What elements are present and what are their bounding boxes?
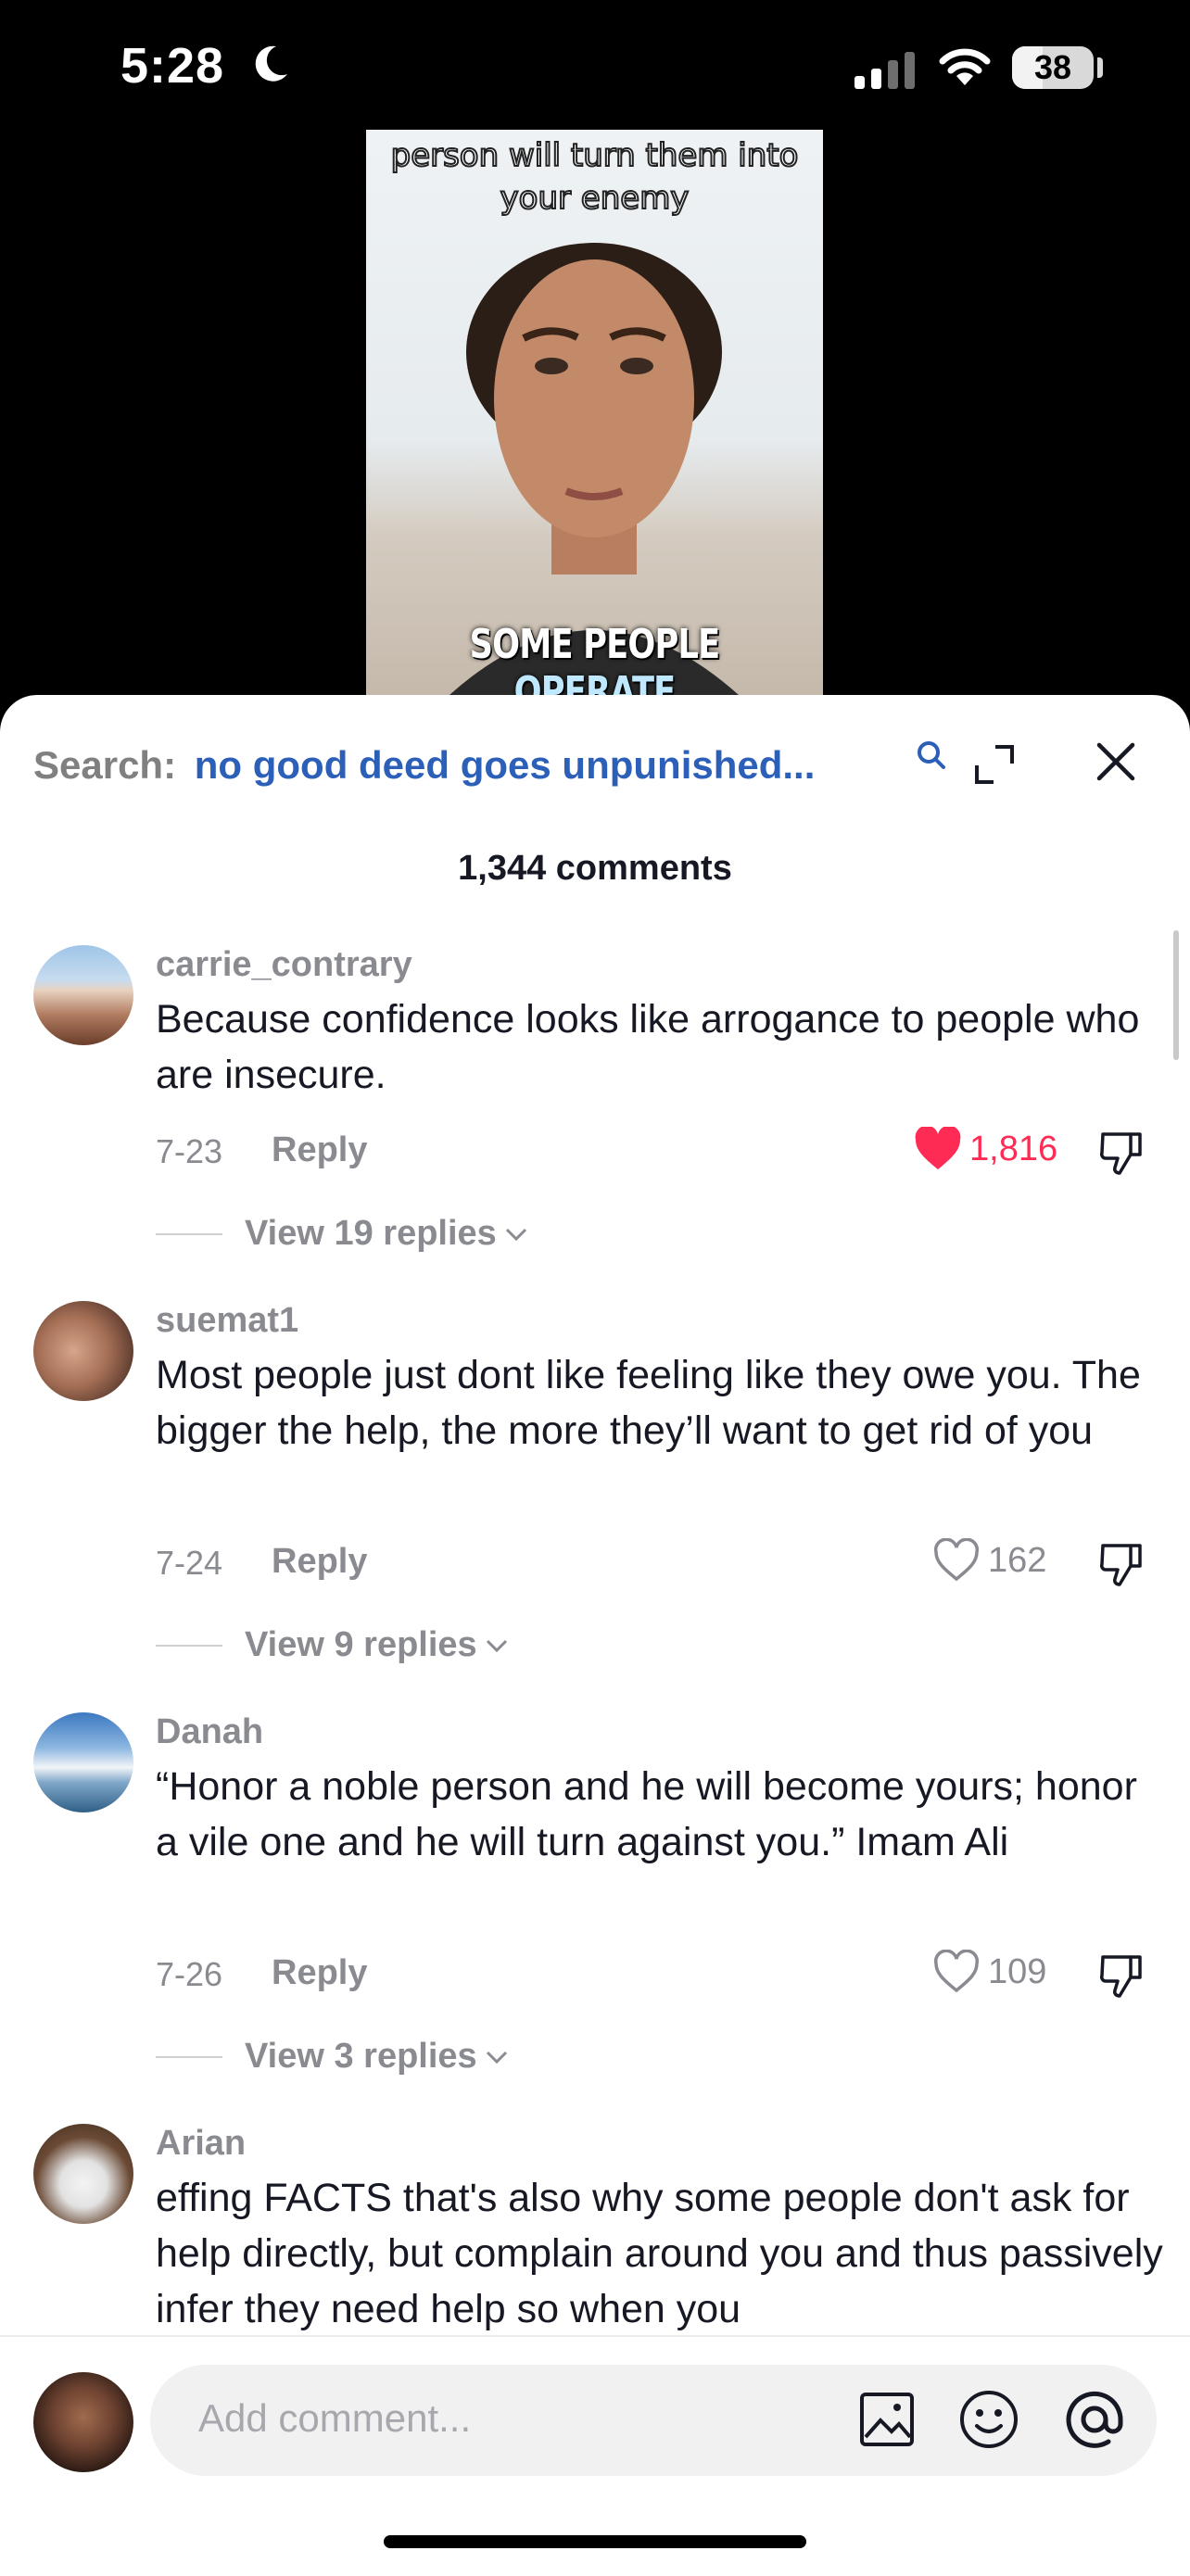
- scrollbar[interactable]: [1173, 930, 1179, 1060]
- video-caption-line: person will turn them into: [390, 136, 800, 175]
- chevron-down-icon: [505, 1228, 526, 1241]
- comment-date: 7-26: [156, 1955, 223, 1993]
- comment-text: Because confidence looks like arrogance …: [156, 997, 1140, 1097]
- like-button[interactable]: 1,816: [914, 1127, 1057, 1171]
- comment-username[interactable]: Arian: [156, 2124, 246, 2164]
- reply-button[interactable]: Reply: [272, 1542, 367, 1582]
- dislike-icon[interactable]: [1097, 1951, 1146, 2000]
- video-caption-bottom: SOME PEOPLE OPERATE: [411, 621, 777, 695]
- view-replies-button[interactable]: View 3 replies: [156, 2037, 509, 2077]
- like-count: 162: [988, 1540, 1047, 1580]
- comments-sheet: Search: no good deed goes unpunished... …: [0, 695, 1190, 2574]
- heart-icon: [915, 1127, 961, 1169]
- reply-button[interactable]: Reply: [272, 1953, 367, 1993]
- avatar[interactable]: [33, 1712, 133, 1812]
- signal-icon: [855, 52, 915, 89]
- like-count: 1,816: [969, 1129, 1058, 1168]
- dislike-icon[interactable]: [1097, 1540, 1146, 1588]
- divider-line: [156, 2055, 222, 2058]
- comment-text: effing FACTS that's also why some people…: [156, 2176, 1163, 2331]
- avatar[interactable]: [33, 2124, 133, 2224]
- video-caption-top: person will turn them into your enemy: [366, 134, 823, 220]
- avatar[interactable]: [33, 945, 133, 1045]
- comment-date: 7-24: [156, 1544, 223, 1582]
- status-time: 5:28: [120, 38, 225, 94]
- view-replies-label: View 3 replies: [245, 2037, 477, 2076]
- battery-tip: [1097, 57, 1103, 78]
- home-indicator[interactable]: [384, 2535, 806, 2548]
- like-button[interactable]: 162: [932, 1538, 1046, 1583]
- view-replies-label: View 19 replies: [245, 1214, 497, 1253]
- video-caption-line: your enemy: [500, 179, 690, 218]
- search-suggestion[interactable]: Search: no good deed goes unpunished...: [33, 743, 815, 788]
- wifi-icon: [939, 48, 991, 85]
- like-count: 109: [988, 1951, 1047, 1991]
- view-replies-label: View 9 replies: [245, 1625, 477, 1664]
- comments-count: 1,344 comments: [458, 849, 732, 888]
- comment-date: 7-23: [156, 1132, 223, 1170]
- add-comment-placeholder: Add comment...: [198, 2396, 472, 2440]
- divider-line: [156, 1644, 222, 1647]
- heart-icon: [933, 1538, 980, 1582]
- comment-text: Most people just dont like feeling like …: [156, 1353, 1141, 1453]
- image-icon[interactable]: [858, 2391, 916, 2448]
- battery-indicator: 38: [1012, 46, 1094, 89]
- current-user-avatar[interactable]: [33, 2372, 133, 2472]
- moon-icon: [255, 45, 287, 82]
- at-icon[interactable]: [1062, 2387, 1127, 2452]
- comment-text: “Honor a noble person and he will become…: [156, 1764, 1137, 1864]
- avatar[interactable]: [33, 1301, 133, 1401]
- chevron-down-icon: [486, 1639, 507, 1652]
- view-replies-button[interactable]: View 9 replies: [156, 1625, 509, 1665]
- video-caption-highlight: OPERATE: [513, 668, 677, 695]
- video-caption-text: SOME PEOPLE: [469, 621, 721, 668]
- expand-icon[interactable]: [973, 743, 1016, 786]
- close-icon[interactable]: [1095, 741, 1136, 782]
- search-query-link[interactable]: no good deed goes unpunished...: [195, 743, 816, 787]
- search-label: Search:: [33, 743, 177, 787]
- like-button[interactable]: 109: [932, 1950, 1046, 1994]
- heart-icon: [933, 1950, 980, 1993]
- battery-percent: 38: [1033, 48, 1072, 86]
- comment-username[interactable]: Danah: [156, 1712, 263, 1752]
- video-player[interactable]: person will turn them into your enemy SO…: [366, 130, 823, 695]
- view-replies-button[interactable]: View 19 replies: [156, 1214, 528, 1254]
- comment-username[interactable]: carrie_contrary: [156, 945, 412, 985]
- divider-line: [156, 1232, 222, 1235]
- emoji-icon[interactable]: [958, 2389, 1019, 2450]
- reply-button[interactable]: Reply: [272, 1130, 367, 1170]
- search-icon[interactable]: [916, 739, 947, 771]
- comment-username[interactable]: suemat1: [156, 1301, 298, 1341]
- dislike-icon[interactable]: [1097, 1129, 1146, 1177]
- chevron-down-icon: [486, 2051, 507, 2064]
- status-bar: 5:28 38: [0, 0, 1190, 139]
